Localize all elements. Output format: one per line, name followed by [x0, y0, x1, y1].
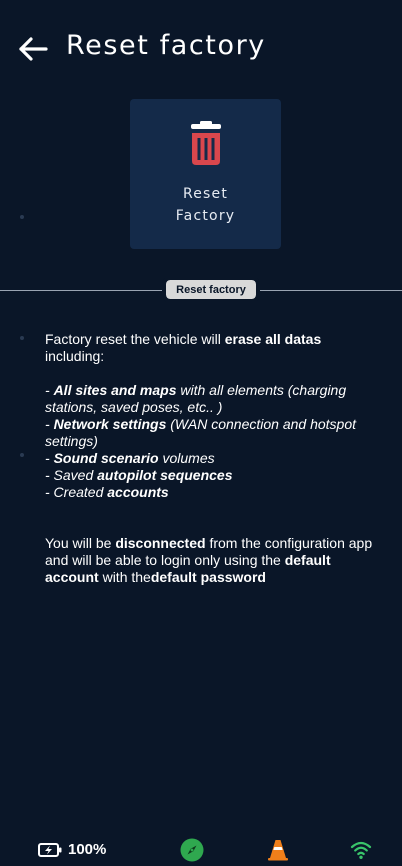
- item-dash: -: [45, 382, 54, 398]
- wifi-icon[interactable]: [350, 840, 372, 860]
- item-emphasis: autopilot sequences: [97, 467, 233, 483]
- trash-icon: [190, 121, 221, 165]
- intro-paragraph: Factory reset the vehicle will erase all…: [45, 331, 380, 365]
- list-item: - Saved autopilot sequences: [45, 467, 380, 484]
- battery-percentage: 100%: [68, 841, 107, 858]
- list-item: - Sound scenario volumes: [45, 450, 380, 467]
- item-emphasis: All sites and maps: [53, 382, 177, 398]
- outro-paragraph: You will be disconnected from the config…: [45, 535, 380, 586]
- item-text: volumes: [158, 450, 215, 466]
- page-title: Reset factory: [66, 30, 266, 61]
- decorative-dot: [20, 215, 24, 219]
- outro-text: with the: [98, 569, 151, 585]
- intro-emphasis: erase all datas: [224, 331, 322, 347]
- item-text: - Saved: [45, 467, 98, 483]
- outro-text: You will be: [45, 535, 116, 551]
- back-button[interactable]: [16, 32, 50, 66]
- reset-description: Factory reset the vehicle will erase all…: [45, 331, 380, 586]
- battery-charging-icon: [38, 842, 62, 857]
- section-chip: Reset factory: [162, 276, 260, 303]
- traffic-cone-icon[interactable]: [267, 839, 289, 861]
- app-header: Reset factory: [0, 0, 402, 96]
- list-item: - All sites and maps with all elements (…: [45, 382, 380, 416]
- tile-label-line2: Factory: [175, 208, 236, 224]
- outro-emphasis: disconnected: [115, 535, 206, 551]
- decorative-dot: [20, 336, 24, 340]
- item-emphasis: Sound scenario: [53, 450, 159, 466]
- battery-status: 100%: [38, 841, 106, 858]
- list-item: - Network settings (WAN connection and h…: [45, 416, 380, 450]
- compass-icon[interactable]: [180, 838, 204, 862]
- tile-label-line1: Reset: [182, 186, 229, 202]
- arrow-left-icon: [19, 37, 48, 61]
- item-dash: -: [45, 450, 54, 466]
- status-bar: 100%: [0, 834, 402, 866]
- item-emphasis: Network settings: [53, 416, 167, 432]
- item-dash: -: [45, 416, 54, 432]
- item-text: - Created: [45, 484, 108, 500]
- list-item: - Created accounts: [45, 484, 380, 501]
- tile-label: Reset Factory: [176, 183, 236, 227]
- intro-text: Factory reset the vehicle will: [45, 331, 225, 347]
- intro-text-end: including:: [45, 348, 105, 364]
- reset-factory-tile[interactable]: Reset Factory: [130, 99, 281, 249]
- item-emphasis: accounts: [107, 484, 169, 500]
- outro-emphasis: default password: [150, 569, 266, 585]
- decorative-dot: [20, 453, 24, 457]
